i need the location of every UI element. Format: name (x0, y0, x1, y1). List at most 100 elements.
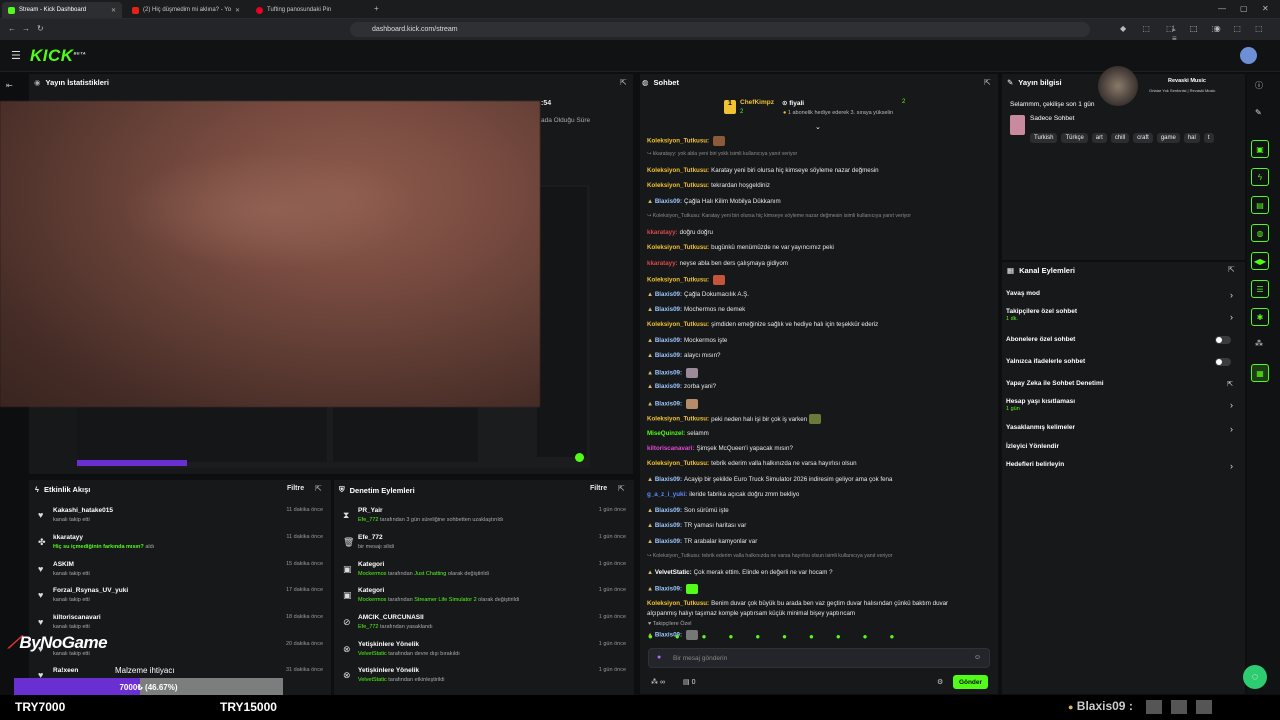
action-slow-mode[interactable]: Yavaş mod › (1002, 290, 1245, 304)
chat-username[interactable]: Koleksiyon_Tutkusu: (647, 167, 709, 174)
rail-apps-icon[interactable]: ⁂ (1255, 339, 1263, 348)
chat-username[interactable]: Blaxis09: (655, 352, 682, 359)
chat-username[interactable]: Koleksiyon_Tutkusu: (647, 138, 709, 145)
new-tab-icon[interactable]: + (374, 4, 379, 13)
feed-user[interactable]: ASKIM (53, 561, 74, 568)
pen-icon[interactable]: ✎ (1255, 108, 1262, 117)
chat-username[interactable]: Blaxis09: (655, 522, 682, 529)
chat-username[interactable]: Blaxis09: (655, 401, 682, 408)
toggle[interactable] (1215, 336, 1231, 344)
chat-username[interactable]: kkaratayy: (647, 260, 678, 267)
mod-actor[interactable]: VelvetStatic (358, 677, 387, 683)
tag[interactable]: Türkçe (1061, 133, 1088, 143)
action-followers-only[interactable]: Takipçilere özel sohbet 1 dk. › (1002, 308, 1245, 330)
feed-user[interactable]: kkaratayy (53, 534, 83, 541)
chat-username[interactable]: Koleksiyon_Tutkusu: (647, 321, 709, 328)
chat-username[interactable]: Koleksiyon_Tutkusu: (647, 244, 709, 251)
chat-username[interactable]: MiseQuinzel: (647, 430, 685, 437)
forward-icon[interactable]: → (22, 24, 30, 33)
mod-actor[interactable]: Mockermos (358, 597, 386, 603)
chat-username[interactable]: Blaxis09: (655, 370, 682, 377)
chat-username[interactable]: Koleksiyon_Tutkusu: (647, 600, 709, 607)
feed-user[interactable]: kiltoriscanavari (53, 614, 101, 621)
feed-user[interactable]: Forzai_Rsynas_UV_yuki (53, 587, 128, 594)
chat-username[interactable]: Blaxis09: (655, 507, 682, 514)
address-bar[interactable]: dashboard.kick.com/stream (350, 22, 1090, 37)
tab-youtube[interactable]: (2) Hiç düşmedim mi aklına? - Yo ✕ (126, 2, 244, 18)
chat-input[interactable]: ● Bir mesaj gönderin ☺ (648, 648, 990, 668)
popout-icon[interactable]: ⇱ (984, 78, 991, 87)
window-close-icon[interactable]: ✕ (1262, 4, 1269, 13)
action-emote-only[interactable]: Yalnızca ifadelerle sohbet (1002, 358, 1245, 370)
chat-username[interactable]: kkaratayy: (647, 229, 678, 236)
emote-bar[interactable]: ●●●●●●●●●● (648, 632, 988, 642)
tag[interactable]: hal (1183, 133, 1200, 143)
chat-username[interactable]: Blaxis09: (655, 383, 682, 390)
chat-username[interactable]: Koleksiyon_Tutkusu: (647, 460, 709, 467)
action-goals[interactable]: Hedefleri belirleyin › (1002, 461, 1245, 473)
chat-username[interactable]: Blaxis09: (655, 198, 682, 205)
mod-target[interactable]: Efe_772 (358, 534, 383, 541)
rail-doc-icon[interactable]: ▤ (1251, 196, 1269, 214)
minimize-icon[interactable]: — (1218, 4, 1226, 13)
expand-chevron-icon[interactable]: ⌄ (815, 123, 821, 131)
popout-icon[interactable]: ⇱ (1228, 265, 1235, 274)
avatar[interactable] (1240, 47, 1257, 64)
mod-actor[interactable]: Efe_772 (358, 517, 379, 523)
action-ai-moderation[interactable]: Yapay Zeka ile Sohbet Denetimi ⇱ (1002, 380, 1245, 392)
back-icon[interactable]: ← (8, 24, 16, 33)
chat-username[interactable]: Blaxis09: (655, 538, 682, 545)
chat-username[interactable]: Koleksiyon_Tutkusu: (647, 416, 709, 423)
rail-bolt-icon[interactable]: ϟ (1251, 168, 1269, 186)
tag[interactable]: game (1156, 133, 1180, 143)
mod-target[interactable]: AMCIK_CURCUNASII (358, 614, 424, 621)
send-button[interactable]: Gönder (953, 675, 988, 689)
tab-kick-dashboard[interactable]: Stream - Kick Dashboard ✕ (2, 2, 122, 18)
chat-username[interactable]: Blaxis09: (655, 476, 682, 483)
chat-username[interactable]: g_a_z_i_yuki: (647, 491, 687, 498)
feed-user[interactable]: Kakashi_hatake015 (53, 507, 113, 514)
tab-pinterest[interactable]: Tufting panosundaki Pin (250, 2, 368, 18)
menu-icon[interactable]: ☰ (11, 49, 21, 62)
support-button[interactable]: ◌ (1243, 665, 1267, 689)
maximize-icon[interactable]: ▢ (1240, 4, 1248, 13)
popout-icon[interactable]: ⇱ (315, 484, 322, 493)
chat-username[interactable]: Blaxis09: (655, 306, 682, 313)
toggle[interactable] (1215, 358, 1231, 366)
mod-target[interactable]: PR_Yair (358, 507, 383, 514)
chat-username[interactable]: VelvetStatic: (655, 569, 692, 576)
close-icon[interactable]: ✕ (235, 7, 240, 14)
reload-icon[interactable]: ↻ (37, 24, 44, 33)
tag[interactable]: art (1091, 133, 1107, 143)
tag[interactable]: Turkish (1030, 133, 1058, 143)
tag[interactable]: t (1203, 133, 1214, 143)
chat-username[interactable]: Koleksiyon_Tutkusu: (647, 277, 709, 284)
collapse-sidebar-icon[interactable]: ⇤ (6, 81, 13, 90)
kick-logo[interactable]: KICKBETA (30, 46, 86, 66)
activity-filter-button[interactable]: Filtre (287, 485, 304, 492)
rail-chat-icon[interactable]: ◍ (1251, 224, 1269, 242)
rail-active-icon[interactable]: ▦ (1251, 364, 1269, 382)
action-raid[interactable]: İzleyici Yönlendir (1002, 443, 1245, 455)
popout-icon[interactable]: ⇱ (618, 484, 625, 493)
rail-scene-icon[interactable]: ▣ (1251, 140, 1269, 158)
action-banned-words[interactable]: Yasaklanmış kelimeler › (1002, 424, 1245, 436)
tag[interactable]: craft (1133, 133, 1153, 143)
chat-username[interactable]: Koleksiyon_Tutkusu: (647, 182, 709, 189)
leader-name[interactable]: ChefKimpz (740, 99, 774, 106)
mod-actor[interactable]: Mockermos (358, 571, 386, 577)
info-icon[interactable]: ⓘ (1255, 80, 1263, 91)
tag[interactable]: chill (1110, 133, 1130, 143)
modlog-filter-button[interactable]: Filtre (590, 485, 607, 492)
action-account-age[interactable]: Hesap yaşı kısıtlaması 1 gün › (1002, 398, 1245, 420)
rail-wrench-icon[interactable]: ✱ (1251, 308, 1269, 326)
chat-username[interactable]: Blaxis09: (655, 337, 682, 344)
chat-settings-icon[interactable]: ⚙ (937, 678, 943, 686)
chat-username[interactable]: kiltoriscanavari: (647, 445, 694, 452)
emoji-icon[interactable]: ☺ (974, 654, 981, 661)
feed-user[interactable]: Ra!xeen (53, 667, 78, 674)
mod-actor[interactable]: VelvetStatic (358, 651, 387, 657)
rail-list-icon[interactable]: ☰ (1251, 280, 1269, 298)
popout-icon[interactable]: ⇱ (620, 78, 627, 87)
rail-stats-icon[interactable]: ◀▶ (1251, 252, 1269, 270)
